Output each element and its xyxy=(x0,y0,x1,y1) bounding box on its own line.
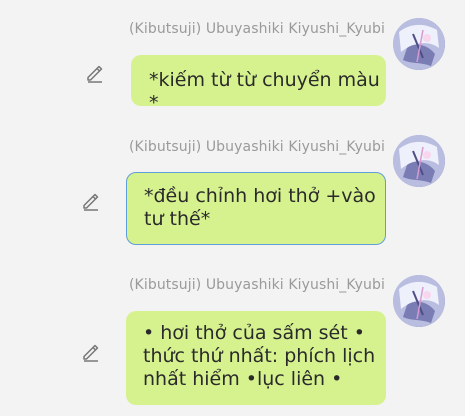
message-bubble[interactable]: • hơi thở của sấm sét • thức thứ nhất: p… xyxy=(126,311,386,405)
message-text: *kiếm từ từ chuyển màu * xyxy=(149,69,380,114)
avatar-image xyxy=(393,18,445,70)
sender-name: (Kibutsuji) Ubuyashiki Kiyushi_Kyubi xyxy=(129,139,385,155)
pencil-icon xyxy=(83,193,99,211)
avatar[interactable] xyxy=(393,135,445,187)
message-text-line: nhất hiểm •lục liên • xyxy=(143,368,343,390)
message-text-line: *đều chỉnh hơi thở +vào xyxy=(144,185,376,207)
sender-name: (Kibutsuji) Ubuyashiki Kiyushi_Kyubi xyxy=(129,21,385,37)
message-bubble[interactable]: *kiếm từ từ chuyển màu * xyxy=(131,55,386,114)
message-item: (Kibutsuji) Ubuyashiki Kiyushi_Kyubi • h… xyxy=(0,255,465,416)
edit-message-button[interactable] xyxy=(80,190,102,212)
message-text-line: tư thế* xyxy=(144,208,211,230)
message-text-line: thức thứ nhất: phích lịch xyxy=(143,345,376,367)
pencil-icon xyxy=(83,344,99,362)
edit-message-button[interactable] xyxy=(80,341,102,363)
edit-message-button[interactable] xyxy=(84,62,106,84)
avatar[interactable] xyxy=(393,18,445,70)
message-text-line: • hơi thở của sấm sét • xyxy=(143,322,365,344)
avatar[interactable] xyxy=(393,275,445,327)
message-item: (Kibutsuji) Ubuyashiki Kiyushi_Kyubi *ki… xyxy=(0,0,465,120)
message-bubble[interactable]: *đều chỉnh hơi thở +vào tư thế* xyxy=(126,172,386,245)
sender-name: (Kibutsuji) Ubuyashiki Kiyushi_Kyubi xyxy=(129,277,385,293)
message-item: (Kibutsuji) Ubuyashiki Kiyushi_Kyubi *đề… xyxy=(0,120,465,255)
avatar-image xyxy=(393,135,445,187)
pencil-icon xyxy=(87,65,103,83)
avatar-image xyxy=(393,275,445,327)
